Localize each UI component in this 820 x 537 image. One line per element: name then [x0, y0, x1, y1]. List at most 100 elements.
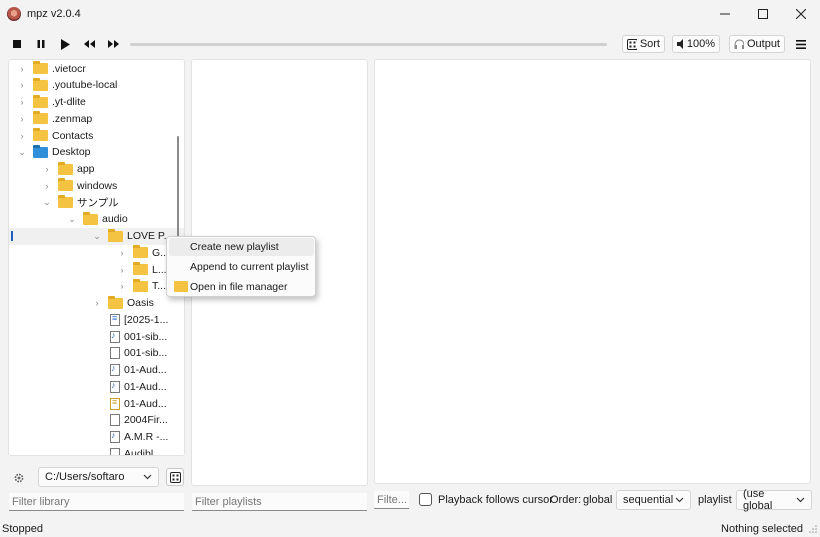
menu-item-label: Create new playlist — [190, 241, 279, 253]
tree-folder-item[interactable]: ⌄ サンプル — [9, 194, 184, 211]
audio-file-icon — [110, 380, 120, 393]
tracks-panel[interactable] — [374, 59, 811, 484]
tree-expander-icon[interactable]: › — [17, 80, 27, 90]
tree-expander-icon[interactable]: › — [42, 181, 52, 191]
library-view-button[interactable] — [166, 468, 184, 486]
close-button[interactable] — [782, 0, 820, 28]
filter-library-input[interactable] — [9, 493, 184, 511]
sort-button[interactable]: Sort — [622, 35, 665, 53]
tree-expander-icon[interactable]: › — [92, 298, 102, 308]
next-button[interactable] — [104, 35, 122, 53]
tree-file-item[interactable]: [2025-1... — [9, 311, 184, 328]
pause-button[interactable] — [32, 35, 50, 53]
folder-icon — [33, 94, 48, 108]
file-icon — [110, 414, 120, 427]
playback-follows-cursor-label: Playback follows cursor — [438, 494, 553, 506]
open-in-file-manager-menu-item[interactable]: Open in file manager — [169, 278, 314, 296]
tree-folder-item[interactable]: ⌄ LOVE P... — [9, 227, 184, 245]
tree-folder-item[interactable]: › L... — [9, 261, 184, 278]
tree-file-item[interactable]: 01-Aud... — [9, 362, 184, 379]
window-title: mpz v2.0.4 — [27, 8, 81, 20]
audio-file-icon — [110, 330, 120, 343]
tree-folder-item[interactable]: › app — [9, 161, 184, 178]
filter-playlists-input[interactable] — [192, 493, 367, 511]
seek-slider[interactable] — [130, 43, 607, 46]
tree-expander-icon[interactable]: › — [17, 97, 27, 107]
order-select[interactable]: sequential — [616, 490, 691, 510]
library-path-select[interactable]: C:/Users/softaro — [38, 467, 159, 487]
tree-item-label: サンプル — [77, 197, 119, 209]
title-bar: mpz v2.0.4 — [0, 0, 820, 28]
tree-expander-icon[interactable]: ⌄ — [17, 147, 27, 158]
folder-icon — [33, 128, 48, 141]
tree-folder-item[interactable]: › .youtube-local — [9, 77, 184, 94]
tree-file-item[interactable]: A.M.R -... — [9, 429, 184, 446]
tree-expander-icon[interactable]: › — [17, 64, 27, 74]
tree-folder-item[interactable]: › .zenmap — [9, 110, 184, 127]
tree-expander-icon[interactable]: › — [17, 114, 27, 124]
desktop-folder-icon — [33, 144, 48, 158]
folder-icon — [133, 278, 148, 292]
tree-expander-icon[interactable]: › — [117, 248, 127, 258]
resize-grip-icon[interactable] — [809, 525, 817, 533]
playlist-order-value: (use global — [743, 488, 773, 512]
tree-file-item[interactable]: 01-Aud... — [9, 395, 184, 412]
tree-item-label: 01-Aud... — [124, 364, 167, 376]
play-button[interactable] — [56, 35, 74, 53]
tree-expander-icon[interactable]: ⌄ — [92, 231, 102, 242]
folder-icon — [58, 161, 73, 175]
tree-file-item[interactable]: 001-sib... — [9, 328, 184, 345]
tree-folder-item[interactable]: › T... — [9, 278, 184, 295]
context-menu: Create new playlist Append to current pl… — [166, 236, 316, 297]
maximize-icon — [758, 9, 768, 19]
grid-icon — [627, 38, 637, 50]
folder-icon — [33, 77, 48, 91]
tree-folder-item[interactable]: › .yt-dlite — [9, 94, 184, 111]
tree-folder-item[interactable]: › .vietocr — [9, 60, 184, 77]
gear-icon — [14, 473, 24, 483]
tree-folder-item[interactable]: › G... — [9, 244, 184, 261]
create-new-playlist-menu-item[interactable]: Create new playlist — [169, 238, 314, 256]
filter-tracks-input[interactable] — [374, 491, 409, 509]
tree-expander-icon[interactable]: › — [117, 265, 127, 275]
cue-file-icon — [110, 397, 120, 410]
volume-button[interactable]: 100% — [672, 35, 720, 53]
tree-folder-item[interactable]: ⌄ audio — [9, 211, 184, 228]
library-settings-button[interactable] — [10, 469, 28, 487]
headphones-icon — [734, 39, 744, 49]
tree-expander-icon[interactable]: ⌄ — [42, 197, 52, 208]
folder-icon — [108, 295, 123, 309]
tree-expander-icon[interactable]: › — [17, 131, 27, 141]
folder-icon — [58, 195, 73, 208]
menu-item-label: Open in file manager — [190, 281, 288, 293]
order-label: Order: — [550, 494, 582, 506]
tree-file-item[interactable]: 001-sib... — [9, 345, 184, 362]
minimize-button[interactable] — [706, 0, 744, 28]
menu-button[interactable] — [792, 35, 810, 53]
playlist-order-select[interactable]: (use global — [736, 488, 812, 512]
library-tree[interactable]: Audibl... A.M.R -... 2004Fir... 01-Aud... 01… — [8, 59, 185, 456]
tree-folder-item[interactable]: › Oasis — [9, 295, 184, 312]
tree-item-label: 01-Aud... — [124, 380, 167, 393]
tree-expander-icon[interactable]: ⌄ — [67, 214, 77, 225]
tree-expander-icon[interactable]: › — [42, 164, 52, 174]
tree-expander-icon[interactable]: › — [117, 281, 127, 291]
grid-icon — [169, 471, 181, 483]
append-to-playlist-menu-item[interactable]: Append to current playlist — [169, 258, 314, 276]
tree-file-item[interactable]: 01-Aud... — [9, 378, 184, 395]
tree-file-item[interactable]: 2004Fir... — [9, 412, 184, 429]
tree-file-item[interactable]: Audibl... — [9, 445, 184, 455]
stop-button[interactable] — [8, 35, 26, 53]
maximize-button[interactable] — [744, 0, 782, 28]
tree-folder-item[interactable]: ⌄ Desktop — [9, 144, 184, 161]
playback-status: Stopped — [2, 523, 43, 535]
tree-item-label: windows — [77, 179, 118, 192]
previous-button[interactable] — [80, 35, 98, 53]
tree-folder-item[interactable]: › windows — [9, 177, 184, 194]
tree-item-label: app — [77, 163, 95, 175]
output-button[interactable]: Output — [729, 35, 785, 53]
tree-folder-item[interactable]: › Contacts — [9, 127, 184, 144]
output-label: Output — [746, 38, 780, 50]
playback-follows-cursor-checkbox[interactable] — [419, 493, 432, 506]
speaker-icon — [677, 39, 683, 49]
